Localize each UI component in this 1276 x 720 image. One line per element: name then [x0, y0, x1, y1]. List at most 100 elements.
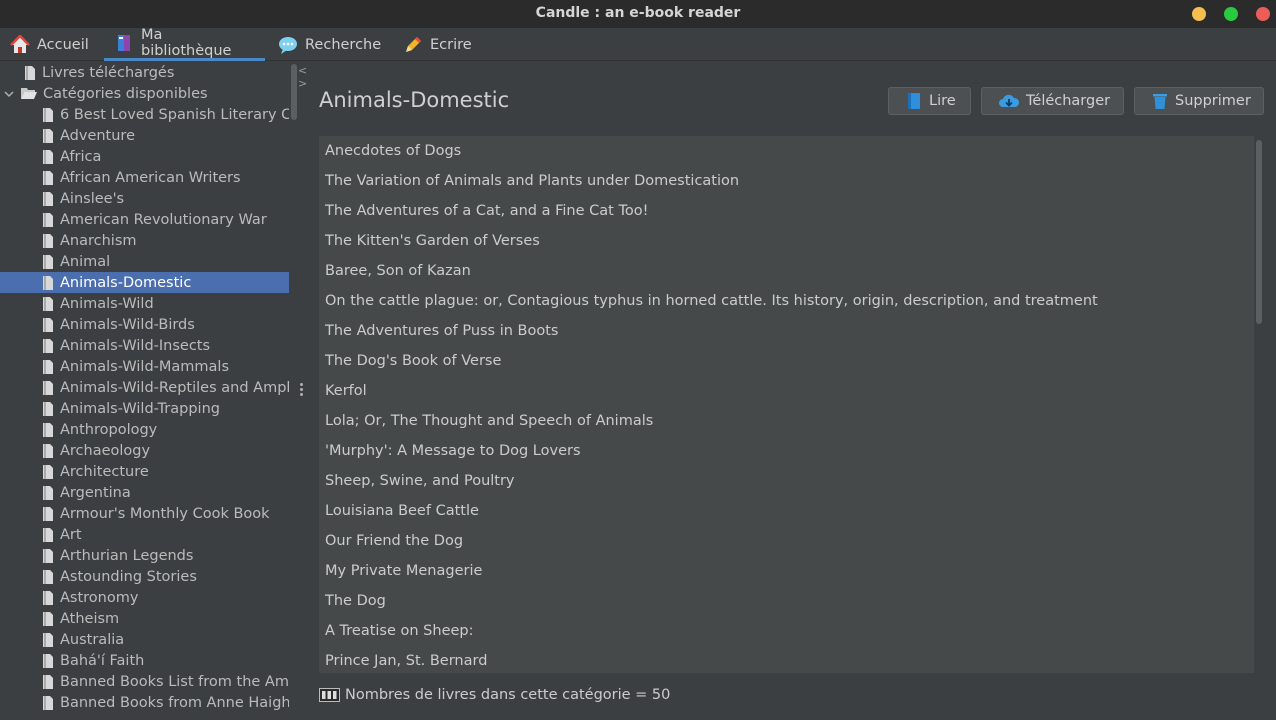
book-list-item[interactable]: My Private Menagerie — [325, 556, 482, 586]
category-item[interactable]: Australia — [0, 629, 289, 650]
category-item[interactable]: Animals-Wild-Birds — [0, 314, 289, 335]
category-item[interactable]: Africa — [0, 146, 289, 167]
category-item[interactable]: Anarchism — [0, 230, 289, 251]
book-list-scrollbar[interactable] — [1256, 140, 1262, 324]
category-item[interactable]: African American Writers — [0, 167, 289, 188]
category-item-label: Armour's Monthly Cook Book — [60, 505, 270, 522]
category-item-label: Adventure — [60, 127, 135, 144]
book-list-item[interactable]: Sheep, Swine, and Poultry — [325, 466, 515, 496]
category-item[interactable]: Archaeology — [0, 440, 289, 461]
document-icon — [43, 674, 53, 689]
category-tree[interactable]: Livres téléchargés Catégories disponible… — [0, 62, 289, 720]
counter-icon — [319, 688, 340, 702]
chevron-down-icon[interactable] — [3, 88, 15, 100]
book-list-item[interactable]: A Treatise on Sheep: — [325, 616, 474, 646]
book-icon — [905, 92, 923, 110]
category-item[interactable]: Argentina — [0, 482, 289, 503]
document-icon — [43, 170, 53, 185]
tab-recherche-label: Recherche — [305, 36, 382, 53]
expand-right-icon[interactable]: > — [298, 78, 307, 89]
category-item[interactable]: Animals-Wild — [0, 293, 289, 314]
book-list-item[interactable]: On the cattle plague: or, Contagious typ… — [325, 286, 1098, 316]
book-list-item[interactable]: The Kitten's Garden of Verses — [325, 226, 540, 256]
category-item[interactable]: 6 Best Loved Spanish Literary Cla — [0, 104, 289, 125]
category-item[interactable]: Bahá'í Faith — [0, 650, 289, 671]
collapse-left-icon[interactable]: < — [298, 65, 307, 76]
category-item[interactable]: Arthurian Legends — [0, 545, 289, 566]
document-icon — [43, 107, 53, 122]
delete-button[interactable]: Supprimer — [1134, 87, 1264, 115]
category-item-label: Argentina — [60, 484, 131, 501]
category-item[interactable]: Banned Books from Anne Haight — [0, 692, 289, 713]
document-icon — [43, 653, 53, 668]
books-icon — [114, 33, 134, 53]
category-item[interactable]: Armour's Monthly Cook Book — [0, 503, 289, 524]
book-list-item[interactable]: The Adventures of a Cat, and a Fine Cat … — [325, 196, 648, 226]
tab-accueil-label: Accueil — [37, 36, 89, 53]
category-item[interactable]: Ainslee's — [0, 188, 289, 209]
tree-item-categories[interactable]: Catégories disponibles — [0, 83, 289, 104]
home-icon — [10, 34, 30, 55]
category-item-label: Animals-Wild-Reptiles and Amph — [60, 379, 289, 396]
book-list-item[interactable]: 'Murphy': A Message to Dog Lovers — [325, 436, 581, 466]
category-item[interactable]: Animals-Wild-Insects — [0, 335, 289, 356]
category-item[interactable]: Astronomy — [0, 587, 289, 608]
tab-ma-bibliotheque[interactable]: Ma bibliothèque — [104, 27, 265, 61]
category-item[interactable]: Anthropology — [0, 419, 289, 440]
book-list-item[interactable]: Anecdotes of Dogs — [325, 136, 461, 166]
tree-item-label: Livres téléchargés — [42, 64, 175, 81]
trash-icon — [1151, 92, 1169, 110]
category-item-label: Australia — [60, 631, 125, 648]
category-item-label: Animal — [60, 253, 111, 270]
book-list-item[interactable]: The Dog's Book of Verse — [325, 346, 501, 376]
book-list-item[interactable]: Lola; Or, The Thought and Speech of Anim… — [325, 406, 653, 436]
document-icon — [43, 569, 53, 584]
tab-accueil[interactable]: Accueil — [0, 28, 102, 61]
tree-item-downloaded[interactable]: Livres téléchargés — [0, 62, 289, 83]
category-item[interactable]: Architecture — [0, 461, 289, 482]
category-item[interactable]: Banned Books List from the Ame — [0, 671, 289, 692]
category-item[interactable]: Art — [0, 524, 289, 545]
tab-recherche[interactable]: Recherche — [268, 28, 390, 61]
read-button[interactable]: Lire — [888, 87, 971, 115]
category-item[interactable]: Animals-Wild-Trapping — [0, 398, 289, 419]
document-icon — [43, 254, 53, 269]
category-item[interactable]: Adventure — [0, 125, 289, 146]
book-list-item[interactable]: Louisiana Beef Cattle — [325, 496, 479, 526]
book-list-item[interactable]: The Dog — [325, 586, 386, 616]
book-list-item[interactable]: The Variation of Animals and Plants unde… — [325, 166, 739, 196]
delete-button-label: Supprimer — [1175, 93, 1251, 109]
book-list-item[interactable]: The Adventures of Puss in Boots — [325, 316, 558, 346]
book-list-item[interactable]: Prince Jan, St. Bernard — [325, 646, 487, 673]
book-list-item[interactable]: Baree, Son of Kazan — [325, 256, 471, 286]
document-icon — [43, 695, 53, 710]
category-item[interactable]: Astounding Stories — [0, 566, 289, 587]
category-item-label: Animals-Wild-Insects — [60, 337, 211, 354]
tab-ecrire[interactable]: Ecrire — [393, 28, 485, 61]
download-button[interactable]: Télécharger — [981, 87, 1124, 115]
document-icon — [43, 485, 53, 500]
minimize-button[interactable] — [1192, 7, 1206, 21]
status-text: Nombres de livres dans cette catégorie =… — [345, 687, 671, 703]
tab-bar: Accueil Ma bibliothèque Recherche Ecrire — [0, 27, 1276, 61]
category-item[interactable]: American Revolutionary War — [0, 209, 289, 230]
close-button[interactable] — [1256, 7, 1270, 21]
download-button-label: Télécharger — [1026, 93, 1111, 109]
read-button-label: Lire — [929, 93, 956, 109]
book-list-item[interactable]: Kerfol — [325, 376, 367, 406]
book-list[interactable]: Anecdotes of Dogs The Variation of Animal… — [319, 136, 1254, 673]
status-bar: Nombres de livres dans cette catégorie =… — [319, 684, 670, 706]
category-item[interactable]: Animals-Wild-Reptiles and Amph — [0, 377, 289, 398]
maximize-button[interactable] — [1224, 7, 1238, 21]
category-item-label: Art — [60, 526, 82, 543]
drag-handle-icon[interactable] — [300, 383, 303, 398]
category-item[interactable]: Animals-Domestic — [0, 272, 289, 293]
category-item-label: Animals-Wild-Trapping — [60, 400, 220, 417]
category-item-label: Banned Books from Anne Haight — [60, 694, 289, 711]
category-item[interactable]: Animals-Wild-Mammals — [0, 356, 289, 377]
book-list-item[interactable]: Our Friend the Dog — [325, 526, 463, 556]
cloud-download-icon — [998, 92, 1020, 110]
category-item-label: Astounding Stories — [60, 568, 197, 585]
category-item[interactable]: Animal — [0, 251, 289, 272]
category-item[interactable]: Atheism — [0, 608, 289, 629]
